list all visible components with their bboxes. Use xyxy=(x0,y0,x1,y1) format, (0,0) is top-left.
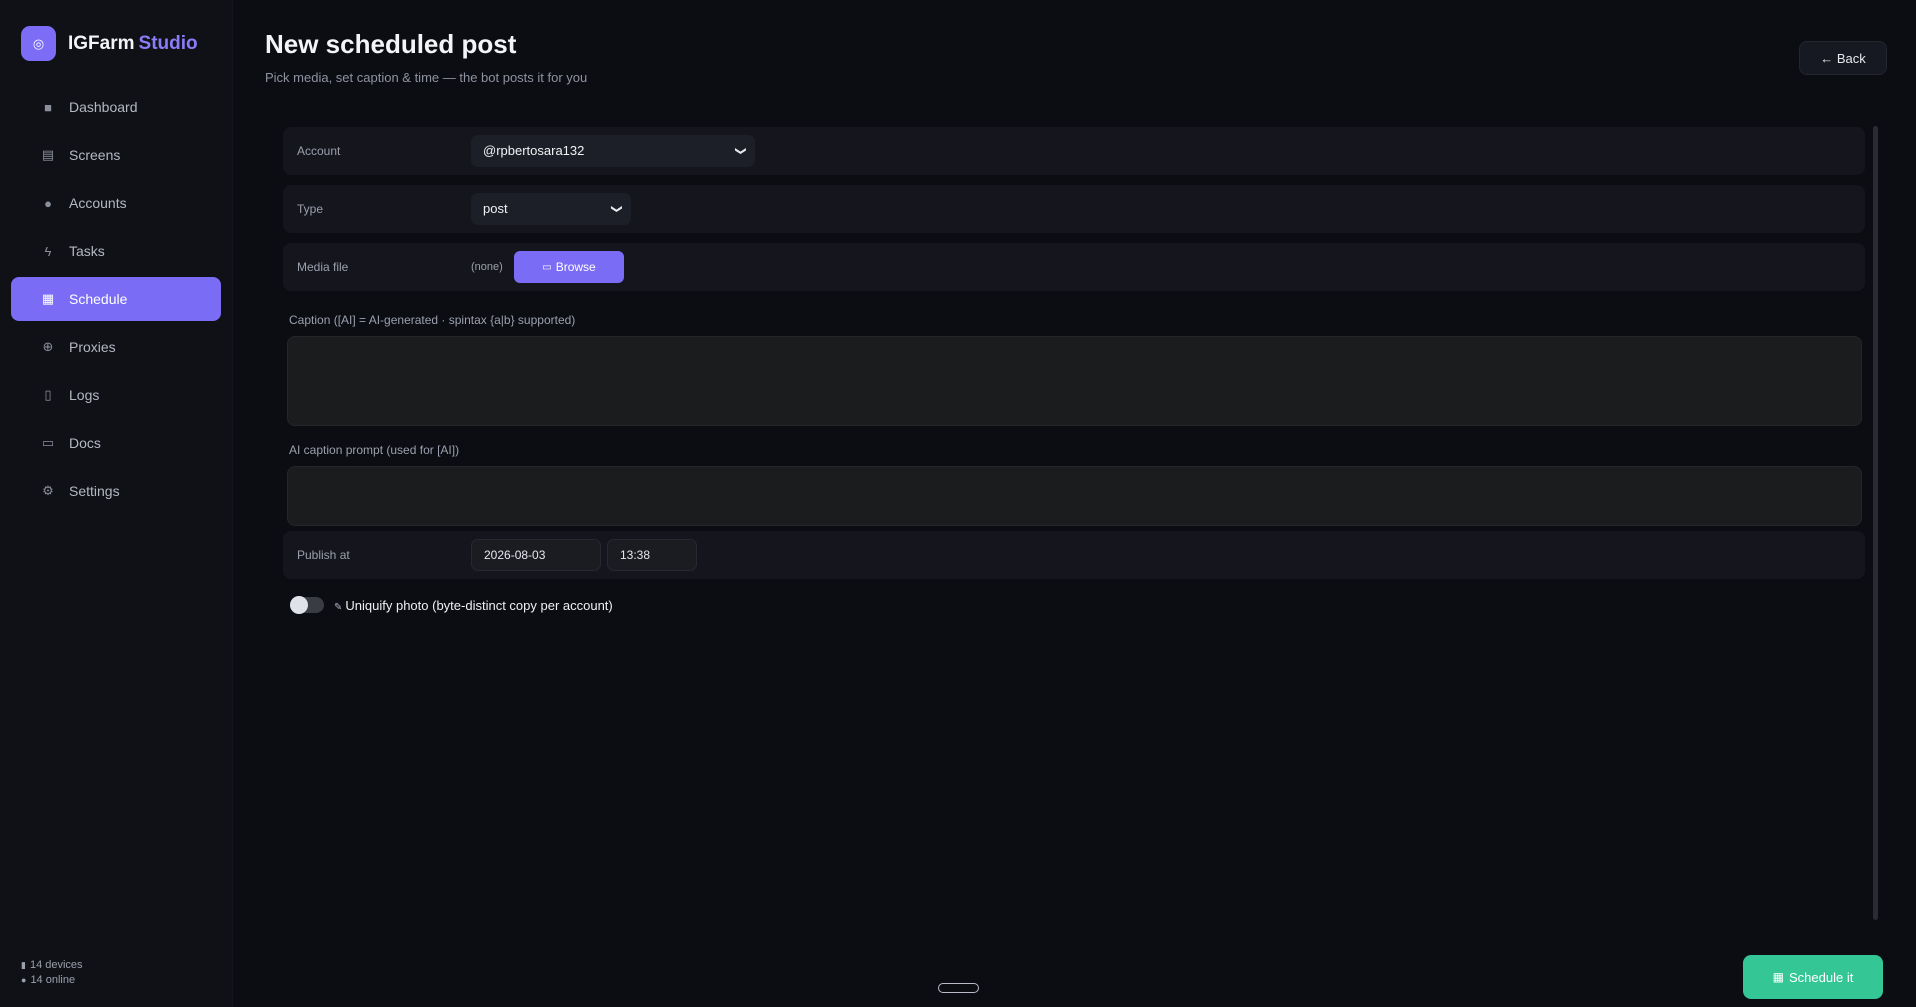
document-icon: ▯ xyxy=(44,387,52,402)
media-row: Media file (none) ▭ Browse xyxy=(283,243,1865,291)
publish-time-input[interactable]: 13:38 xyxy=(607,539,697,571)
online-dot-icon: ● xyxy=(21,975,27,985)
media-file-value: (none) xyxy=(471,261,503,273)
sidebar-item-accounts[interactable]: ● Accounts xyxy=(11,181,221,225)
brand-accent: Studio xyxy=(138,32,198,54)
user-icon: ● xyxy=(44,195,52,211)
chevron-down-icon: ❯ xyxy=(734,146,747,156)
back-button[interactable]: ← Back xyxy=(1799,41,1887,75)
sidebar-item-screens[interactable]: ▤ Screens xyxy=(11,133,221,177)
gear-icon: ⚙ xyxy=(42,483,54,498)
calendar-icon: ▦ xyxy=(1772,970,1784,984)
sidebar-item-label: Docs xyxy=(69,435,101,451)
dashboard-icon: ■ xyxy=(44,99,52,115)
caption-textarea[interactable] xyxy=(287,336,1862,426)
caption-label: Caption ([AI] = AI-generated · spintax {… xyxy=(289,313,576,327)
sidebar-item-proxies[interactable]: ⊕ Proxies xyxy=(11,325,221,369)
bottom-handle[interactable] xyxy=(938,983,979,993)
devices-count: ▮ 14 devices xyxy=(21,959,83,971)
sidebar-item-label: Logs xyxy=(69,387,100,403)
browse-label: Browse xyxy=(555,260,596,274)
sidebar-item-label: Tasks xyxy=(69,243,105,259)
calendar-icon: ▦ xyxy=(41,291,55,306)
publish-date-value: 2026-08-03 xyxy=(484,548,546,562)
toggle-knob xyxy=(290,596,308,614)
screens-icon: ▤ xyxy=(41,147,55,162)
sidebar-item-label: Proxies xyxy=(69,339,116,355)
bolt-icon: ϟ xyxy=(44,243,52,259)
publish-date-input[interactable]: 2026-08-03 xyxy=(471,539,601,571)
brand-name: IGFarm xyxy=(68,32,135,54)
ai-prompt-label: AI caption prompt (used for [AI]) xyxy=(289,443,460,457)
brand[interactable]: ◎ IGFarm Studio xyxy=(21,26,198,61)
uniquify-toggle[interactable] xyxy=(290,596,324,614)
sidebar-item-dashboard[interactable]: ■ Dashboard xyxy=(11,85,221,129)
uniquify-toggle-wrap: ✎ Uniquify photo (byte-distinct copy per … xyxy=(290,596,613,614)
sidebar-item-docs[interactable]: ▭ Docs xyxy=(11,421,221,465)
sidebar-item-settings[interactable]: ⚙ Settings xyxy=(11,469,221,513)
type-row: Type post ❯ xyxy=(283,185,1865,233)
sidebar-item-logs[interactable]: ▯ Logs xyxy=(11,373,221,417)
sidebar-item-label: Dashboard xyxy=(69,99,138,115)
account-label: Account xyxy=(297,144,341,158)
media-label: Media file xyxy=(297,260,349,274)
sidebar-item-label: Accounts xyxy=(69,195,127,211)
online-count: ● 14 online xyxy=(21,974,76,986)
sidebar-item-label: Settings xyxy=(69,483,120,499)
sidebar-item-schedule[interactable]: ▦ Schedule xyxy=(11,277,221,321)
sidebar-item-tasks[interactable]: ϟ Tasks xyxy=(11,229,221,273)
ai-prompt-textarea[interactable] xyxy=(287,466,1862,526)
type-select[interactable]: post ❯ xyxy=(471,193,631,225)
publish-time-value: 13:38 xyxy=(620,548,651,562)
sidebar: ◎ IGFarm Studio ■ Dashboard ▤ Screens ● … xyxy=(0,0,233,1007)
type-label: Type xyxy=(297,202,324,216)
type-select-value: post xyxy=(483,201,508,216)
pencil-icon: ✎ xyxy=(334,601,343,613)
scrollbar[interactable] xyxy=(1873,126,1878,920)
publish-label: Publish at xyxy=(297,548,350,562)
uniquify-label: ✎ Uniquify photo (byte-distinct copy per … xyxy=(334,597,613,613)
phone-icon: ▮ xyxy=(21,960,26,970)
device-status: ▮ 14 devices ● 14 online xyxy=(21,958,83,988)
globe-icon: ⊕ xyxy=(42,339,54,354)
account-select[interactable]: @rpbertosara132 ❯ xyxy=(471,135,755,167)
publish-row: Publish at 2026-08-03 13:38 xyxy=(283,531,1865,579)
page-title: New scheduled post xyxy=(265,29,517,59)
account-row: Account @rpbertosara132 ❯ xyxy=(283,127,1865,175)
page-subtitle: Pick media, set caption & time — the bot… xyxy=(265,70,588,85)
sidebar-item-label: Screens xyxy=(69,147,121,163)
schedule-it-button[interactable]: ▦ Schedule it xyxy=(1743,955,1883,999)
book-icon: ▭ xyxy=(41,435,55,450)
chevron-down-icon: ❯ xyxy=(610,204,623,214)
folder-icon: ▭ xyxy=(542,261,552,273)
app-logo-icon: ◎ xyxy=(21,26,56,61)
schedule-it-label: Schedule it xyxy=(1789,969,1854,985)
account-select-value: @rpbertosara132 xyxy=(483,143,585,158)
browse-button[interactable]: ▭ Browse xyxy=(514,251,624,283)
sidebar-nav: ■ Dashboard ▤ Screens ● Accounts ϟ Tasks… xyxy=(11,85,221,517)
sidebar-item-label: Schedule xyxy=(69,291,128,307)
